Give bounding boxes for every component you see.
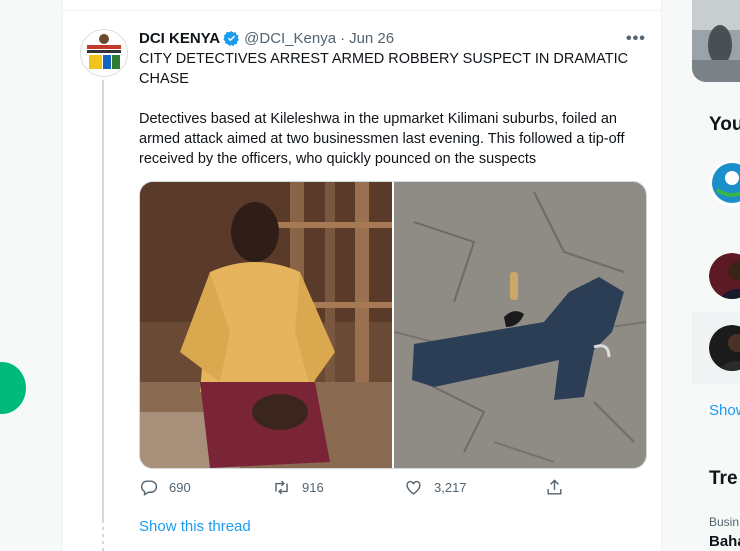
suspect-photo[interactable] <box>140 182 392 468</box>
tweet-text: CITY DETECTIVES ARREST ARMED ROBBERY SUS… <box>139 49 639 169</box>
suggested-account-avatar-2[interactable] <box>709 253 740 299</box>
trends-card: Tre Busin Baha <box>692 454 740 551</box>
retweet-count: 916 <box>302 480 324 495</box>
thread-line <box>102 80 104 520</box>
trend-name[interactable]: Baha <box>709 533 740 550</box>
right-sidebar: You Show Tre Busin Baha <box>692 0 740 551</box>
gun-photo[interactable] <box>392 182 646 468</box>
tweet-date[interactable]: Jun 26 <box>349 30 394 47</box>
who-to-follow-title: You <box>709 114 740 135</box>
show-thread-link[interactable]: Show this thread <box>139 518 251 535</box>
dci-logo-icon <box>81 30 127 76</box>
tweet-divider <box>63 10 661 11</box>
author-handle[interactable]: @DCI_Kenya <box>244 30 336 47</box>
who-to-follow-card: You Show <box>692 100 740 440</box>
tweet-media[interactable] <box>139 181 647 469</box>
like-button[interactable]: 3,217 <box>404 478 467 497</box>
reply-button[interactable]: 690 <box>139 478 191 497</box>
show-more-link[interactable]: Show <box>709 402 740 419</box>
thread-continuation-dots <box>102 520 104 551</box>
reply-count: 690 <box>169 480 191 495</box>
header-separator: · <box>340 29 346 47</box>
tweet-headline: CITY DETECTIVES ARREST ARMED ROBBERY SUS… <box>139 51 629 87</box>
trends-title: Tre <box>709 468 738 489</box>
tweet-body: Detectives based at Kileleshwa in the up… <box>139 111 625 167</box>
tweet-header: DCI KENYA @DCI_Kenya · Jun 26 <box>139 28 394 48</box>
sidebar-media-thumbnail[interactable] <box>692 0 740 82</box>
share-button[interactable] <box>545 478 564 497</box>
compose-fab-button[interactable] <box>0 362 26 414</box>
more-icon[interactable]: ••• <box>626 30 646 48</box>
avatar[interactable] <box>80 29 128 77</box>
retweet-icon <box>275 480 288 495</box>
reply-icon <box>140 480 158 496</box>
author-name[interactable]: DCI KENYA <box>139 30 220 47</box>
suggested-account-avatar-1[interactable] <box>709 160 740 206</box>
like-icon <box>406 480 421 495</box>
tweet-actions: 690 916 3,217 <box>139 478 579 502</box>
verified-icon <box>223 30 240 46</box>
share-icon <box>547 479 562 495</box>
like-count: 3,217 <box>434 480 467 495</box>
retweet-button[interactable]: 916 <box>272 478 324 497</box>
trend-category: Busin <box>709 515 740 529</box>
